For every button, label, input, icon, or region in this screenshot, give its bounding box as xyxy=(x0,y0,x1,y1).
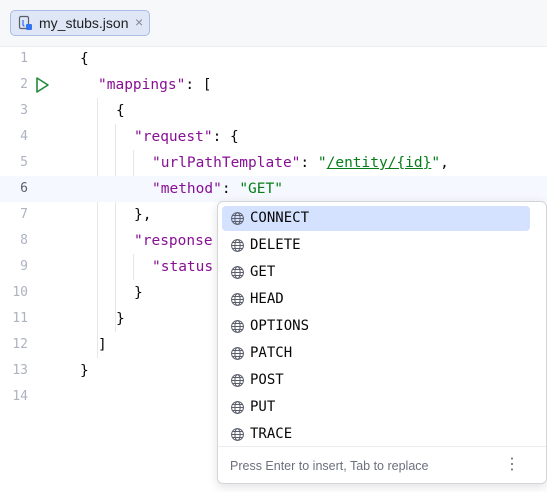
completion-item-head[interactable]: HEAD xyxy=(222,287,530,312)
completion-item-delete[interactable]: DELETE xyxy=(222,233,530,258)
line-number: 3 xyxy=(20,103,28,118)
completion-item-put[interactable]: PUT xyxy=(222,395,530,420)
line-number: 9 xyxy=(20,259,28,274)
code-line: 3 { xyxy=(0,98,547,124)
globe-icon xyxy=(230,265,245,280)
code-text: "urlPathTemplate": "/entity/{id}", xyxy=(152,155,449,171)
code-line: 4 "request": { xyxy=(0,124,547,150)
completion-item-label: HEAD xyxy=(250,291,284,307)
code-text: } xyxy=(134,285,143,301)
line-number: 4 xyxy=(20,129,28,144)
code-text: } xyxy=(80,363,89,379)
file-tab-label: my_stubs.json xyxy=(39,15,129,31)
code-text: "method": "GET" xyxy=(152,181,283,197)
code-line: 1 { xyxy=(0,46,547,72)
editor-tab-bar: my_stubs.json × xyxy=(0,0,547,47)
code-text: ] xyxy=(98,337,107,353)
completion-item-label: GET xyxy=(250,264,276,280)
completion-item-post[interactable]: POST xyxy=(222,368,530,393)
code-text: } xyxy=(116,311,125,327)
globe-icon xyxy=(230,319,245,334)
run-triangle-icon[interactable] xyxy=(34,76,50,94)
line-number: 12 xyxy=(12,337,28,352)
globe-icon xyxy=(230,400,245,415)
completion-item-label: POST xyxy=(250,372,284,388)
close-tab-icon[interactable]: × xyxy=(135,14,143,31)
completion-hint: Press Enter to insert, Tab to replace xyxy=(230,459,429,473)
code-text: "response xyxy=(134,233,213,249)
line-number: 10 xyxy=(12,285,28,300)
line-number: 6 xyxy=(20,181,28,196)
completion-item-trace[interactable]: TRACE xyxy=(222,422,530,447)
line-number: 1 xyxy=(20,51,28,66)
completion-popup[interactable]: CONNECT DELETE GET HEAD OPTIONS PATCH POST PUT T… xyxy=(217,201,547,484)
completion-item-label: DELETE xyxy=(250,237,301,253)
line-number: 2 xyxy=(20,77,28,92)
code-line: 2 "mappings": [ xyxy=(0,72,547,98)
code-text: }, xyxy=(134,207,152,223)
globe-icon xyxy=(230,346,245,361)
completion-item-connect[interactable]: CONNECT xyxy=(222,206,530,231)
line-number: 7 xyxy=(20,207,28,222)
more-options-icon[interactable]: ⋮ xyxy=(504,455,520,475)
globe-icon xyxy=(230,211,245,226)
code-line: 5 "urlPathTemplate": "/entity/{id}", xyxy=(0,150,547,176)
line-number: 5 xyxy=(20,155,28,170)
completion-item-label: PUT xyxy=(250,399,276,415)
completion-item-options[interactable]: OPTIONS xyxy=(222,314,530,339)
line-number: 14 xyxy=(12,389,28,404)
line-number: 13 xyxy=(12,363,28,378)
completion-item-label: PATCH xyxy=(250,345,293,361)
completion-item-get[interactable]: GET xyxy=(222,260,530,285)
code-text: { xyxy=(116,103,125,119)
line-number: 11 xyxy=(12,311,28,326)
code-text: "status xyxy=(152,259,214,275)
globe-icon xyxy=(230,292,245,307)
completion-item-patch[interactable]: PATCH xyxy=(222,341,530,366)
code-text: "mappings": [ xyxy=(98,77,212,93)
globe-icon xyxy=(230,373,245,388)
code-text: "request": { xyxy=(134,129,239,145)
json-file-icon xyxy=(18,15,32,30)
completion-item-label: OPTIONS xyxy=(250,318,310,334)
line-number: 8 xyxy=(20,233,28,248)
code-text: { xyxy=(80,51,89,67)
completion-item-label: TRACE xyxy=(250,426,293,442)
completion-footer: Press Enter to insert, Tab to replace ⋮ xyxy=(218,446,546,483)
globe-icon xyxy=(230,238,245,253)
globe-icon xyxy=(230,427,245,442)
file-tab[interactable]: my_stubs.json × xyxy=(10,10,150,36)
code-line-current: 6 "method": "GET" xyxy=(0,176,547,202)
completion-item-label: CONNECT xyxy=(250,210,310,226)
